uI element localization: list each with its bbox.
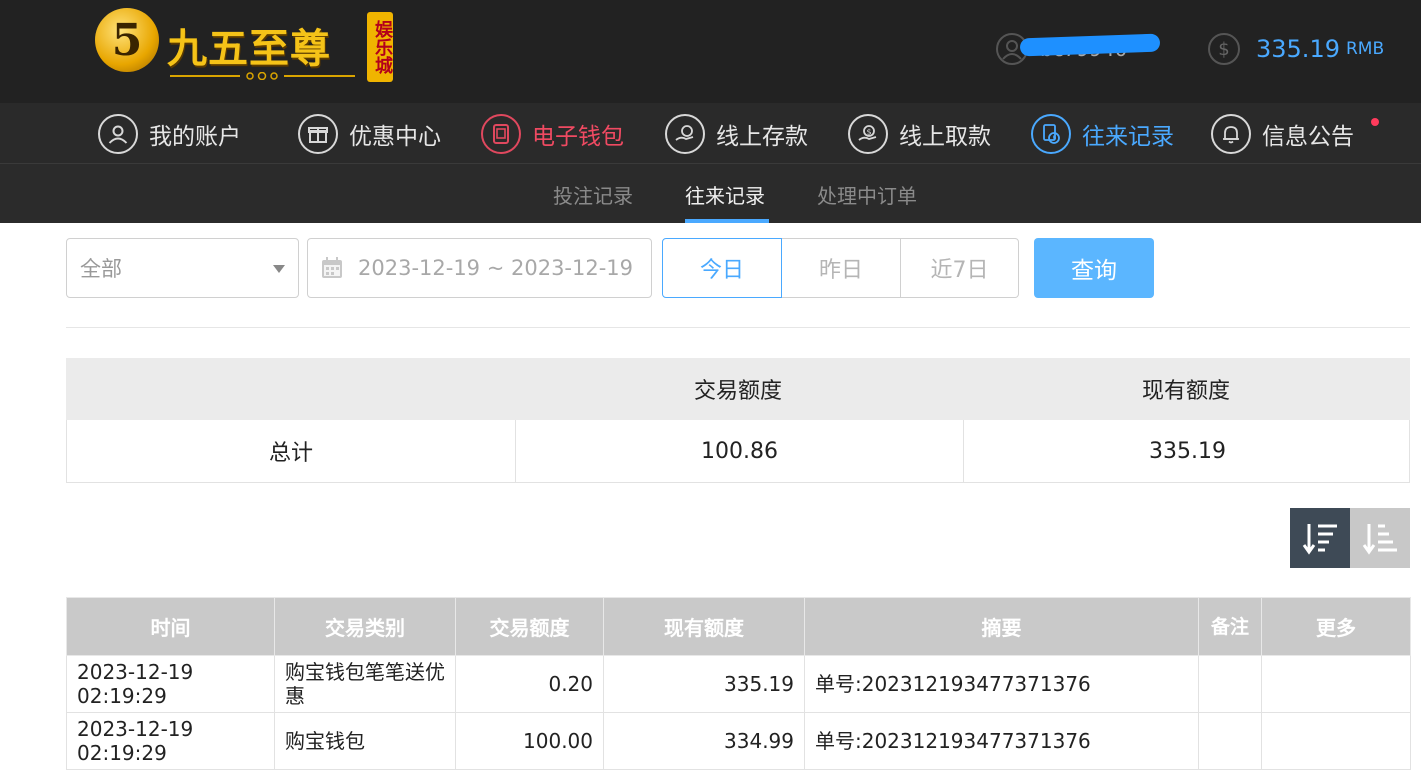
logo-vertical-text: 娱乐城 [367,12,393,82]
divider [66,327,1410,328]
records-icon [1031,114,1071,154]
sort-ascending-icon [1362,524,1397,555]
col-current-amount: 现有额度 [603,597,805,656]
table-row: 2023-12-19 02:19:29 购宝钱包 100.00 334.99 单… [66,712,1411,770]
sub-nav: 投注记录 往来记录 处理中订单 [0,164,1421,223]
summary-current-amount: 335.19 [963,420,1411,482]
sort-descending-icon [1302,524,1337,555]
sort-descending-button[interactable] [1290,508,1350,568]
col-time: 时间 [66,597,275,656]
site-logo[interactable]: 5 九五至尊 娱乐城 [95,8,395,86]
cell-more[interactable] [1261,712,1411,770]
sort-ascending-button[interactable] [1350,508,1410,568]
type-select[interactable]: 全部 [66,238,299,298]
summary-header-trade-amount: 交易额度 [693,379,782,404]
notification-dot [1371,118,1379,126]
cell-remark [1198,655,1262,713]
col-summary: 摘要 [804,597,1199,656]
cell-more[interactable] [1261,655,1411,713]
nav-label: 线上取款 [899,124,991,150]
balance-display: $ 335.19 RMB [1208,32,1384,66]
col-more: 更多 [1261,597,1411,656]
gift-icon [298,114,338,154]
summary-table: 交易额度 现有额度 总计 100.86 335.19 [66,358,1410,483]
calendar-icon [320,257,344,279]
nav-label: 信息公告 [1262,124,1354,150]
nav-announcements[interactable]: 信息公告 [1211,113,1354,155]
records-table: 时间 交易类别 交易额度 现有额度 摘要 备注 更多 2023-12-19 02… [66,597,1411,770]
deposit-icon [665,114,705,154]
logo-badge: 5 [95,8,159,72]
balance-unit: RMB [1345,39,1385,59]
today-button[interactable]: 今日 [662,238,782,298]
cell-summary: 单号:202312193477371376 [804,712,1199,770]
nav-label: 电子钱包 [532,124,624,150]
cell-type: 购宝钱包笔笔送优惠 [274,655,456,713]
user-icon [98,114,138,154]
nav-e-wallet[interactable]: 电子钱包 [481,113,624,155]
active-tab-indicator [685,219,769,223]
tab-pending-orders[interactable]: 处理中订单 [817,180,917,209]
nav-label: 往来记录 [1082,124,1174,150]
sort-controls [1290,508,1410,568]
dollar-icon: $ [1208,33,1240,65]
cell-current-amount: 335.19 [603,655,805,713]
date-range-value: 2023-12-19 ~ 2023-12-19 [358,256,634,280]
summary-trade-amount: 100.86 [515,420,963,482]
cell-summary: 单号:202312193477371376 [804,655,1199,713]
yesterday-button[interactable]: 昨日 [781,238,901,298]
nav-online-withdraw[interactable]: $ 线上取款 [848,113,991,155]
records-header-row: 时间 交易类别 交易额度 现有额度 摘要 备注 更多 [66,597,1411,656]
balance-value: 335.19 [1256,35,1340,63]
cell-time: 2023-12-19 02:19:29 [66,655,275,713]
cell-time: 2023-12-19 02:19:29 [66,712,275,770]
query-button[interactable]: 查询 [1034,238,1154,298]
logo-ornament [170,72,355,80]
cell-trade-amount: 0.20 [455,655,604,713]
summary-total-row: 总计 100.86 335.19 [66,420,1410,483]
cell-type: 购宝钱包 [274,712,456,770]
nav-transaction-records[interactable]: 往来记录 [1031,113,1174,155]
cell-current-amount: 334.99 [603,712,805,770]
nav-label: 优惠中心 [349,124,441,150]
summary-header-blank [66,358,514,420]
bell-icon [1211,114,1251,154]
svg-text:$: $ [866,128,871,137]
table-row: 2023-12-19 02:19:29 购宝钱包笔笔送优惠 0.20 335.1… [66,655,1411,713]
tab-transaction-records[interactable]: 往来记录 [685,180,765,209]
col-remark: 备注 [1198,597,1262,656]
cell-remark [1198,712,1262,770]
cell-trade-amount: 100.00 [455,712,604,770]
last-7-days-button[interactable]: 近7日 [900,238,1019,298]
summary-header-current-amount: 现有额度 [1141,379,1230,404]
withdraw-icon: $ [848,114,888,154]
col-trade-amount: 交易额度 [455,597,604,656]
col-type: 交易类别 [274,597,456,656]
tab-bet-records[interactable]: 投注记录 [553,180,633,209]
wallet-icon [481,114,521,154]
nav-label: 线上存款 [716,124,808,150]
top-bar: 5 九五至尊 娱乐城 bc79940 $ 335.19 RMB [0,0,1421,103]
nav-label: 我的账户 [149,124,241,150]
main-nav: 我的账户 优惠中心 电子钱包 线上存款 $ 线上取款 往来记录 信息公告 [0,103,1421,164]
date-range-picker[interactable]: 2023-12-19 ~ 2023-12-19 [307,238,652,298]
type-select-value: 全部 [80,257,122,281]
summary-total-label: 总计 [268,441,313,466]
nav-promotions[interactable]: 优惠中心 [298,113,441,155]
caret-down-icon [273,265,285,273]
nav-online-deposit[interactable]: 线上存款 [665,113,808,155]
nav-my-account[interactable]: 我的账户 [98,113,241,155]
logo-text: 九五至尊 [167,25,331,72]
summary-header: 交易额度 现有额度 [66,358,1410,420]
